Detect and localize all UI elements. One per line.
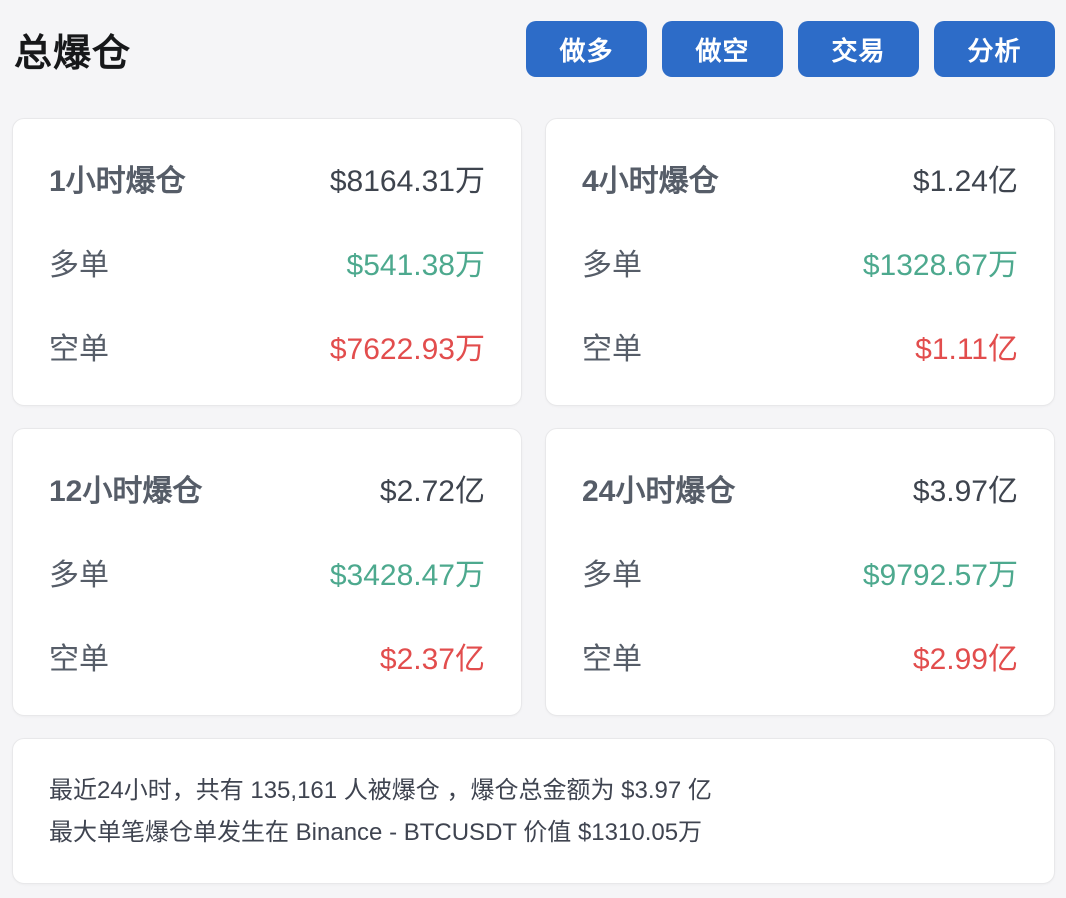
short-row: 空单 $7622.93万	[49, 335, 485, 365]
short-label: 空单	[49, 645, 109, 675]
long-button[interactable]: 做多	[526, 21, 647, 77]
card-total-value: $8164.31万	[330, 167, 485, 197]
card-total-value: $3.97亿	[913, 477, 1018, 507]
summary-card: 最近24小时，共有 135,161 人被爆仓 ，爆仓总金额为 $3.97 亿 最…	[12, 738, 1055, 884]
card-header-row: 24小时爆仓 $3.97亿	[582, 477, 1018, 507]
short-value: $1.11亿	[915, 335, 1018, 365]
long-value: $3428.47万	[330, 561, 485, 591]
long-row: 多单 $1328.67万	[582, 251, 1018, 281]
short-row: 空单 $1.11亿	[582, 335, 1018, 365]
analyze-button[interactable]: 分析	[934, 21, 1055, 77]
liquidation-cards-grid: 1小时爆仓 $8164.31万 多单 $541.38万 空单 $7622.93万…	[12, 118, 1055, 716]
short-value: $2.37亿	[380, 645, 485, 675]
long-label: 多单	[49, 561, 109, 591]
summary-line-1: 最近24小时，共有 135,161 人被爆仓 ，爆仓总金额为 $3.97 亿	[49, 770, 1018, 812]
short-row: 空单 $2.37亿	[49, 645, 485, 675]
short-label: 空单	[49, 335, 109, 365]
card-title: 12小时爆仓	[49, 477, 202, 507]
trade-button[interactable]: 交易	[798, 21, 919, 77]
long-row: 多单 $9792.57万	[582, 561, 1018, 591]
short-value: $7622.93万	[330, 335, 485, 365]
long-row: 多单 $3428.47万	[49, 561, 485, 591]
long-row: 多单 $541.38万	[49, 251, 485, 281]
short-row: 空单 $2.99亿	[582, 645, 1018, 675]
long-label: 多单	[582, 561, 642, 591]
card-title: 1小时爆仓	[49, 167, 186, 197]
liquidation-card-24h: 24小时爆仓 $3.97亿 多单 $9792.57万 空单 $2.99亿	[545, 428, 1055, 716]
header: 总爆仓 做多 做空 交易 分析	[0, 0, 1066, 77]
long-value: $9792.57万	[863, 561, 1018, 591]
summary-line-2: 最大单笔爆仓单发生在 Binance - BTCUSDT 价值 $1310.05…	[49, 812, 1018, 854]
short-label: 空单	[582, 645, 642, 675]
card-title: 24小时爆仓	[582, 477, 735, 507]
card-total-value: $2.72亿	[380, 477, 485, 507]
long-label: 多单	[582, 251, 642, 281]
liquidation-card-12h: 12小时爆仓 $2.72亿 多单 $3428.47万 空单 $2.37亿	[12, 428, 522, 716]
page-title: 总爆仓	[14, 22, 131, 77]
long-value: $541.38万	[347, 251, 485, 281]
card-title: 4小时爆仓	[582, 167, 719, 197]
toolbar: 做多 做空 交易 分析	[526, 21, 1055, 77]
card-header-row: 1小时爆仓 $8164.31万	[49, 167, 485, 197]
short-value: $2.99亿	[913, 645, 1018, 675]
card-header-row: 12小时爆仓 $2.72亿	[49, 477, 485, 507]
short-button[interactable]: 做空	[662, 21, 783, 77]
liquidation-card-4h: 4小时爆仓 $1.24亿 多单 $1328.67万 空单 $1.11亿	[545, 118, 1055, 406]
short-label: 空单	[582, 335, 642, 365]
liquidation-card-1h: 1小时爆仓 $8164.31万 多单 $541.38万 空单 $7622.93万	[12, 118, 522, 406]
long-label: 多单	[49, 251, 109, 281]
long-value: $1328.67万	[863, 251, 1018, 281]
card-total-value: $1.24亿	[913, 167, 1018, 197]
card-header-row: 4小时爆仓 $1.24亿	[582, 167, 1018, 197]
